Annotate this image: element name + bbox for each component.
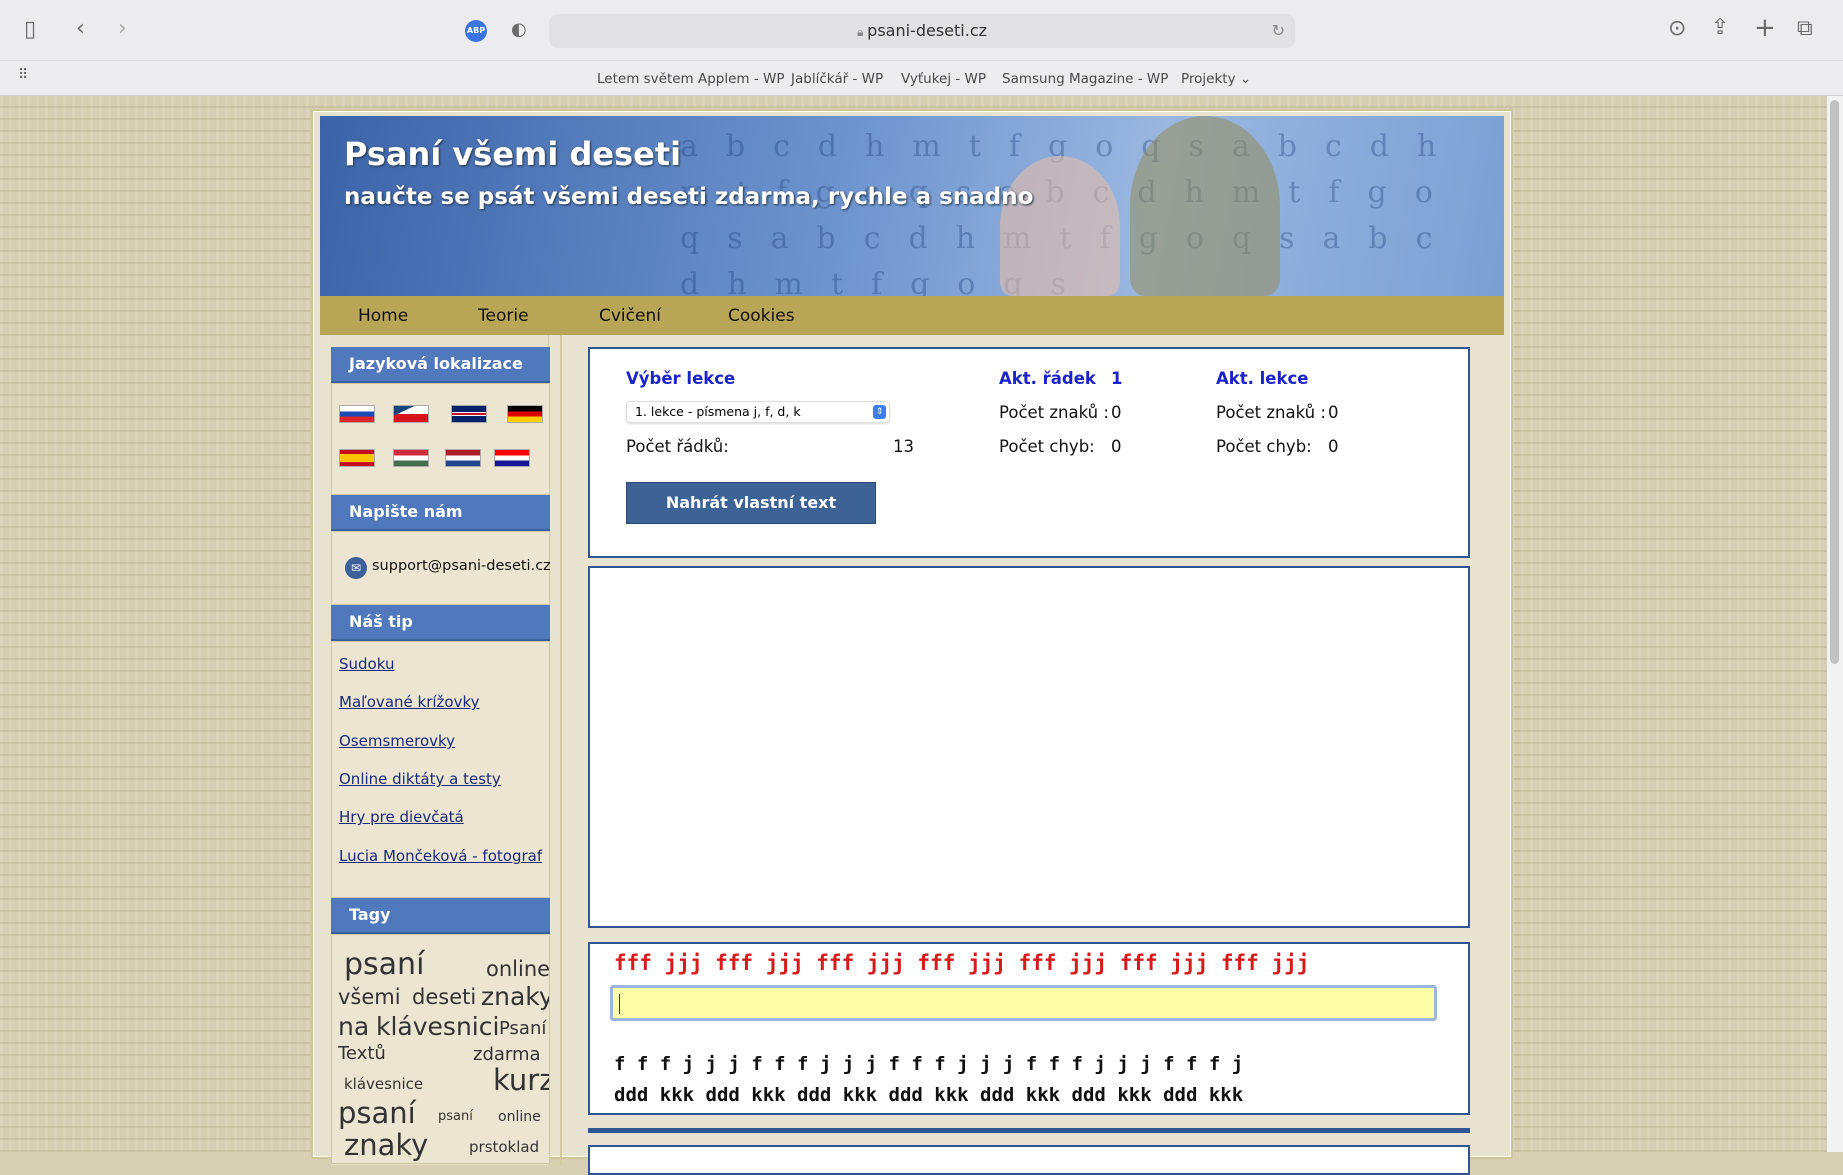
- address-bar[interactable]: 🔒︎ psani-deseti.cz ↻: [549, 14, 1295, 48]
- tag[interactable]: psaní: [438, 1109, 473, 1124]
- tag[interactable]: všemi: [338, 985, 401, 1009]
- current-row-number: 1: [1111, 369, 1123, 388]
- lesson-chars-value: 0: [1328, 403, 1339, 422]
- flag-hr-icon[interactable]: [494, 449, 530, 467]
- divider-bar: [588, 1128, 1470, 1133]
- nav-cviceni[interactable]: Cvičení: [599, 306, 661, 326]
- bookmarks-bar: ⠿ Letem světem Applem - WP Jablíčkář - W…: [0, 61, 1843, 96]
- bookmark[interactable]: Jablíčkář - WP: [791, 71, 883, 87]
- tag[interactable]: deseti: [412, 985, 476, 1009]
- mail-icon: ✉: [345, 557, 367, 579]
- scrollbar-thumb[interactable]: [1830, 100, 1839, 664]
- lock-icon: 🔒︎: [856, 25, 868, 39]
- flag-de-icon[interactable]: [507, 405, 543, 423]
- upload-own-text-button[interactable]: Nahrát vlastní text: [626, 482, 876, 524]
- tab-overview-icon[interactable]: ⧉: [1797, 18, 1813, 40]
- flag-hu-icon[interactable]: [393, 449, 429, 467]
- next-panel: [588, 1145, 1470, 1175]
- flag-es-icon[interactable]: [339, 449, 375, 467]
- browser-toolbar: ▯ ‹ › ABP ◐ 🔒︎ psani-deseti.cz ↻ ⊙ ⇪ + ⧉: [0, 0, 1843, 61]
- tag[interactable]: prstoklad: [469, 1138, 539, 1156]
- select-arrows-icon: ⇕: [873, 405, 886, 419]
- row-chars-value: 0: [1111, 403, 1122, 422]
- divider: [560, 335, 562, 1165]
- bookmark-folder-label: Projekty: [1181, 71, 1236, 87]
- site-subtitle: naučte se psát všemi deseti zdarma, rych…: [344, 184, 1034, 210]
- current-row-heading: Akt. řádek: [999, 369, 1096, 388]
- rows-value: 13: [893, 437, 914, 456]
- flag-sk-icon[interactable]: [339, 405, 375, 423]
- row-errors-label: Počet chyb:: [999, 437, 1095, 456]
- tag[interactable]: online: [486, 957, 549, 981]
- lesson-chars-label: Počet znaků :: [1216, 403, 1326, 422]
- tag[interactable]: na: [338, 1012, 369, 1041]
- tag[interactable]: online: [498, 1109, 541, 1125]
- tag[interactable]: Psaní: [499, 1018, 546, 1039]
- site-title[interactable]: Psaní všemi deseti: [344, 135, 681, 173]
- row-chars-label: Počet znaků :: [999, 403, 1109, 422]
- lesson-select-label: Výběr lekce: [626, 369, 736, 388]
- rows-label: Počet řádků:: [626, 437, 729, 456]
- next-line-text: ddd kkk ddd kkk ddd kkk ddd kkk ddd kkk …: [614, 1084, 1244, 1106]
- support-email[interactable]: support@psani-deseti.cz: [372, 558, 551, 574]
- nav-cookies[interactable]: Cookies: [728, 306, 795, 326]
- lesson-select[interactable]: 1. lekce - písmena j, f, d, k ⇕: [626, 401, 890, 423]
- text-caret: [619, 994, 620, 1014]
- lesson-errors-value: 0: [1328, 437, 1339, 456]
- tag[interactable]: Textů: [338, 1043, 386, 1064]
- lesson-select-value: 1. lekce - písmena j, f, d, k: [635, 404, 801, 419]
- flag-cz-icon[interactable]: [393, 405, 429, 423]
- tag[interactable]: psaní: [344, 947, 424, 982]
- nav-teorie[interactable]: Teorie: [478, 306, 529, 326]
- tip-link[interactable]: Hry pre dievčatá: [339, 808, 464, 826]
- forward-icon[interactable]: ›: [118, 18, 127, 40]
- tip-link[interactable]: Online diktáty a testy: [339, 770, 501, 788]
- current-lesson-heading: Akt. lekce: [1216, 369, 1309, 388]
- flag-uk-icon[interactable]: [451, 405, 487, 423]
- sidebar-toggle-icon[interactable]: ▯: [24, 19, 36, 41]
- tip-link[interactable]: Osemsmerovky: [339, 732, 455, 750]
- bookmark[interactable]: Vyťukej - WP: [901, 71, 986, 87]
- tip-link[interactable]: Maľované krížovky: [339, 693, 480, 711]
- tag[interactable]: kurz: [493, 1063, 549, 1097]
- next-line-text: f f f j j j f f f j j j f f f j j j f f …: [614, 1053, 1244, 1075]
- typing-input[interactable]: [610, 985, 1437, 1021]
- tag[interactable]: psaní: [338, 1096, 416, 1130]
- bookmark-folder[interactable]: Projekty ⌄: [1181, 71, 1251, 87]
- url-text: psani-deseti.cz: [867, 21, 988, 40]
- tag-cloud: psaní online všemi deseti znaky na kláve…: [331, 934, 550, 1164]
- adblock-icon[interactable]: ABP: [465, 20, 487, 42]
- tip-heading: Náš tip: [331, 605, 550, 641]
- chevron-down-icon: ⌄: [1239, 71, 1252, 87]
- tip-link[interactable]: Lucia Mončeková - fotograf: [339, 847, 542, 865]
- current-line-text: fff jjj fff jjj fff jjj fff jjj fff jjj …: [614, 951, 1310, 975]
- privacy-shield-icon[interactable]: ◐: [511, 19, 527, 41]
- contact-heading: Napište nám: [331, 495, 550, 531]
- new-tab-icon[interactable]: +: [1754, 15, 1776, 41]
- flag-nl-icon[interactable]: [445, 449, 481, 467]
- back-icon[interactable]: ‹: [76, 18, 85, 40]
- lesson-errors-label: Počet chyb:: [1216, 437, 1312, 456]
- downloads-icon[interactable]: ⊙: [1668, 18, 1686, 40]
- apps-grid-icon[interactable]: ⠿: [18, 67, 28, 83]
- tip-link[interactable]: Sudoku: [339, 655, 394, 673]
- boy-illustration: [1130, 116, 1280, 296]
- row-errors-value: 0: [1111, 437, 1122, 456]
- tag[interactable]: zdarma: [473, 1044, 541, 1065]
- lang-heading: Jazyková lokalizace: [331, 347, 550, 383]
- girl-illustration: [1000, 156, 1120, 296]
- tag[interactable]: znaky: [481, 982, 549, 1011]
- bookmark[interactable]: Samsung Magazine - WP: [1002, 71, 1168, 87]
- bookmark[interactable]: Letem světem Applem - WP: [597, 71, 785, 87]
- nav-home[interactable]: Home: [358, 306, 408, 326]
- keyboard-panel: [588, 566, 1470, 928]
- share-icon[interactable]: ⇪: [1711, 17, 1729, 39]
- tag[interactable]: znaky: [344, 1128, 428, 1162]
- reload-icon[interactable]: ↻: [1272, 14, 1285, 48]
- tags-heading: Tagy: [331, 898, 550, 934]
- tag[interactable]: klávesnici: [376, 1012, 499, 1041]
- main-nav: Home Teorie Cvičení Cookies: [320, 296, 1504, 335]
- flags-box: [331, 383, 550, 495]
- tag[interactable]: klávesnice: [344, 1075, 423, 1093]
